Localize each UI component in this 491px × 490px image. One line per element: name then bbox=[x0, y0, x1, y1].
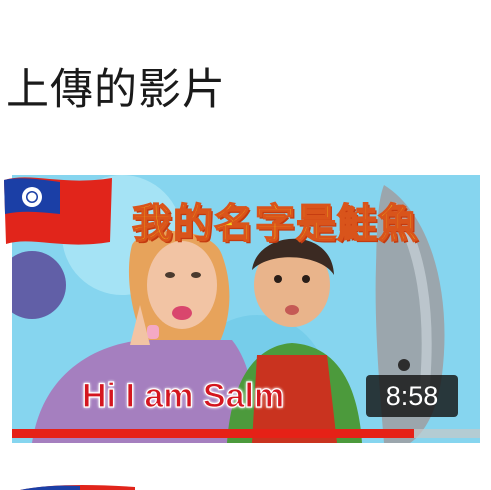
duration-badge: 8:58 bbox=[366, 375, 458, 417]
watch-progress-fill bbox=[12, 429, 415, 438]
section-title: 上傳的影片 bbox=[6, 65, 226, 115]
video-card[interactable]: 我的名字是鮭魚 Hi I am Salm 8:58 bbox=[0, 165, 491, 445]
watch-progress-bar bbox=[12, 429, 480, 438]
thumbnail-caption: 我的名字是鮭魚 bbox=[131, 200, 419, 248]
thumbnail-subtitle: Hi I am Salm bbox=[81, 376, 285, 415]
taiwan-flag-icon bbox=[4, 177, 112, 245]
uploaded-videos-page: 上傳的影片 我的名字是鮭魚 Hi I am Salm 8:58 bbox=[0, 0, 491, 490]
next-video-thumbnail-edge bbox=[20, 485, 135, 490]
